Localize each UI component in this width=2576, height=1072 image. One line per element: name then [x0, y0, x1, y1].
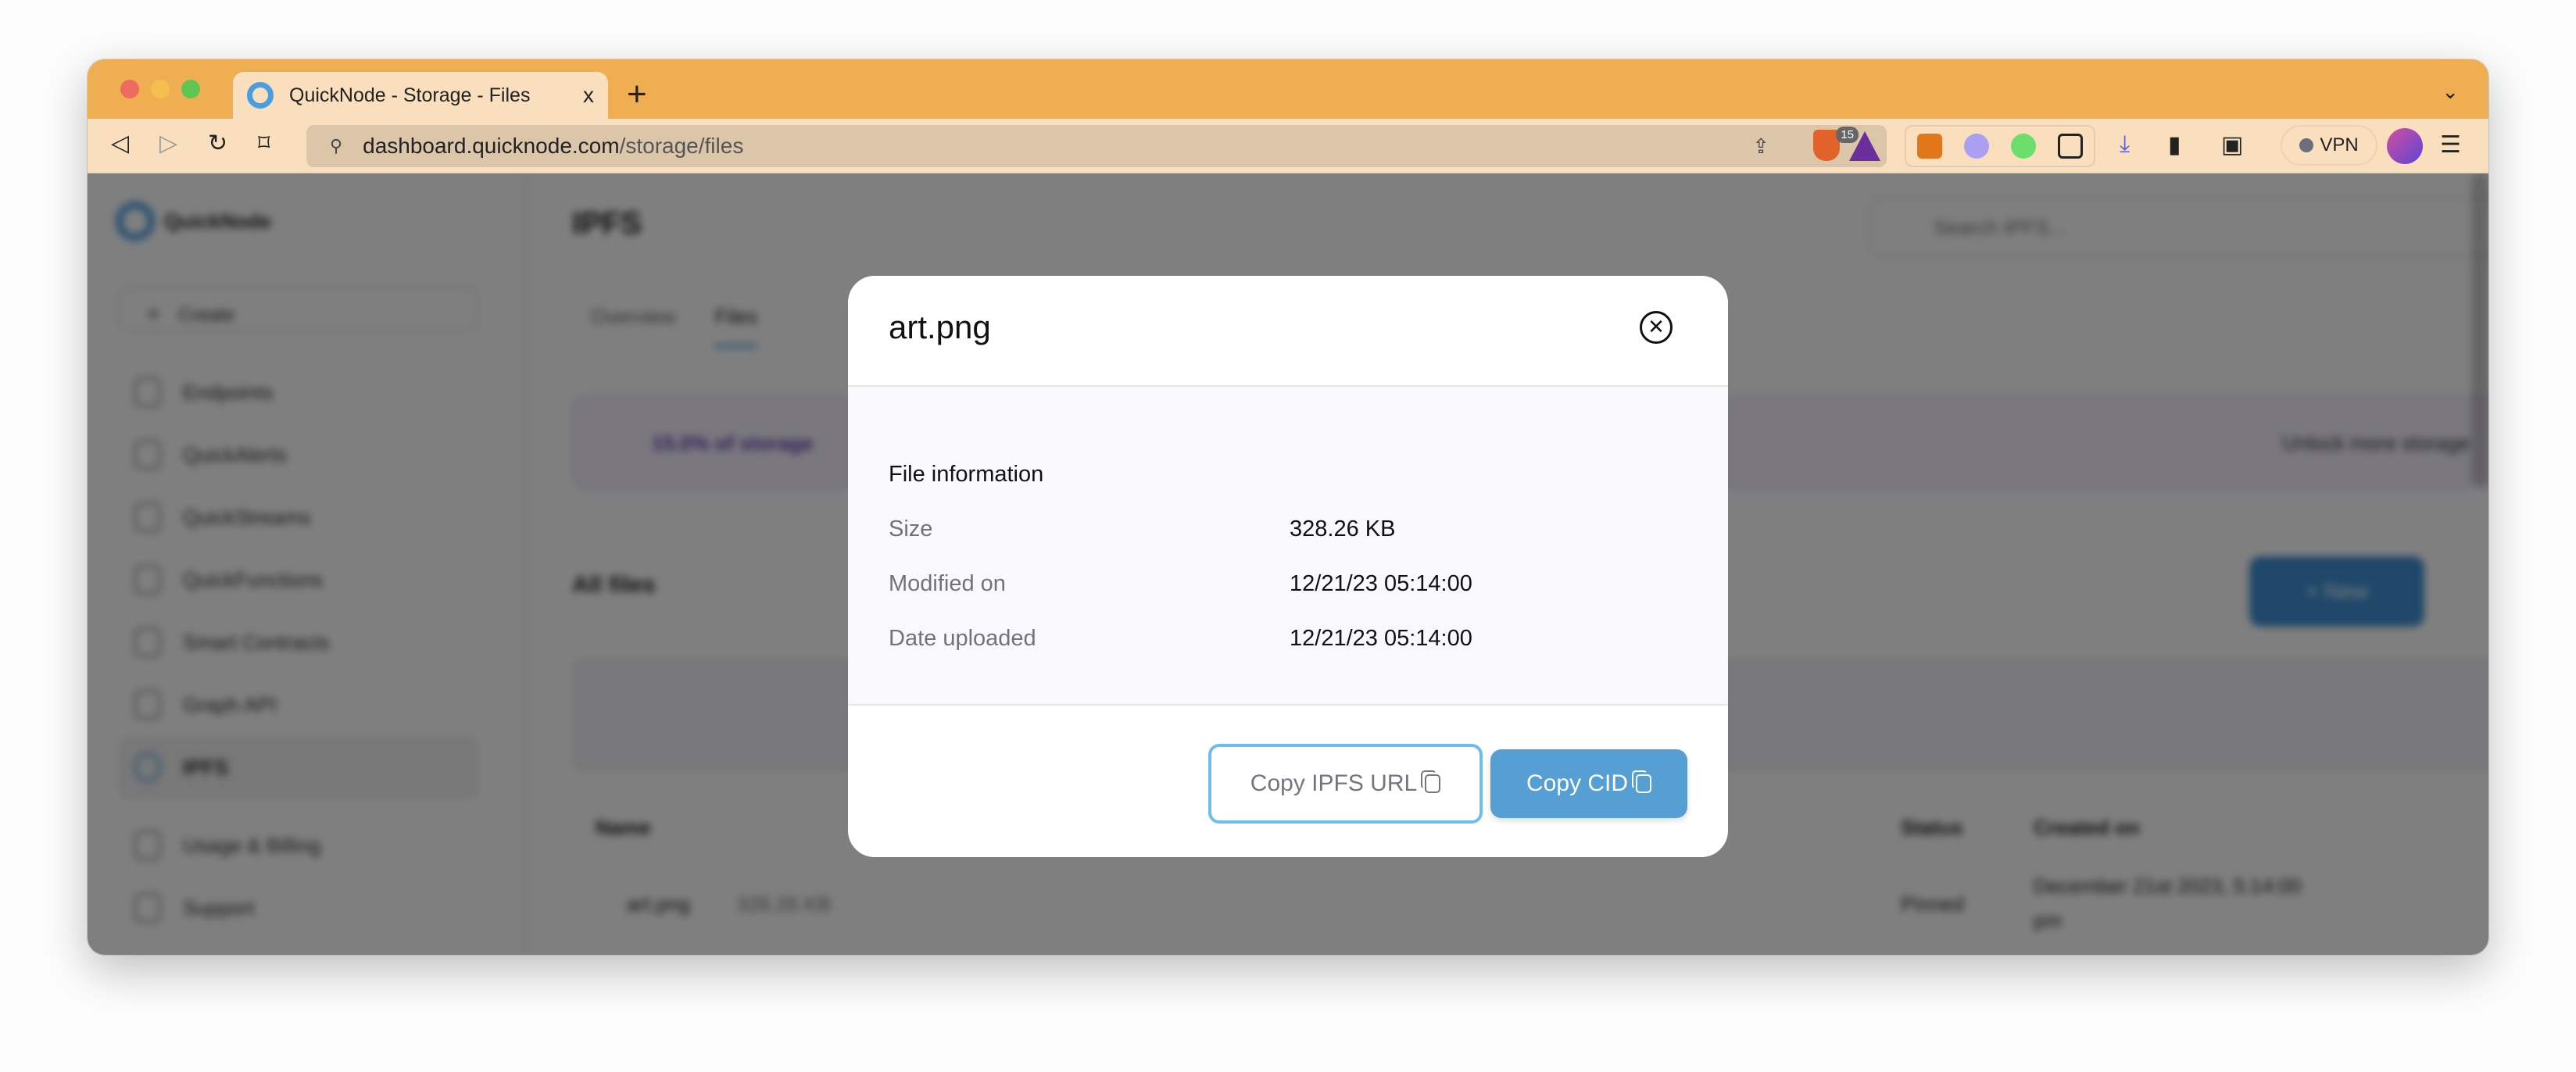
info-value: 328.26 KB [1290, 516, 1396, 541]
copy-ipfs-url-button[interactable]: Copy IPFS URL [1208, 744, 1483, 824]
new-tab-button[interactable]: + [627, 75, 647, 114]
section-title: File information [889, 462, 1044, 487]
wallet-icon[interactable]: ▣ [2221, 131, 2243, 159]
copy-icon [1632, 770, 1652, 793]
url-path: /storage/files [619, 134, 744, 158]
browser-window: QuickNode - Storage - Files x + ⌄ ◁ ▷ ↻ … [88, 59, 2488, 955]
dialog-body: File information Size 328.26 KB Modified… [848, 387, 1728, 706]
green-extension-icon[interactable] [2011, 134, 2036, 159]
browser-tab[interactable]: QuickNode - Storage - Files x [233, 72, 608, 119]
copy-icon [1421, 770, 1441, 793]
metamask-icon[interactable] [1917, 134, 1942, 159]
puzzle-extensions-icon[interactable] [2058, 134, 2083, 159]
downloads-icon[interactable]: ⤓ [2120, 131, 2130, 158]
dialog-header: art.png ✕ [848, 276, 1728, 387]
vpn-button[interactable]: VPN [2281, 125, 2377, 166]
minimize-window-button[interactable] [151, 80, 170, 98]
vpn-label: VPN [2320, 134, 2359, 155]
forward-icon[interactable]: ▷ [159, 130, 177, 157]
profile-avatar[interactable] [2387, 128, 2423, 164]
menu-icon[interactable]: ☰ [2440, 131, 2461, 159]
file-info-dialog: art.png ✕ File information Size 328.26 K… [848, 276, 1728, 857]
copy-cid-label: Copy CID [1526, 770, 1629, 796]
quicknode-favicon-icon [247, 82, 274, 109]
brave-rewards-icon[interactable] [1849, 131, 1880, 161]
tab-close-icon[interactable]: x [583, 83, 594, 108]
sidebar-toggle-icon[interactable]: ▮ [2168, 131, 2181, 159]
back-icon[interactable]: ◁ [111, 130, 129, 157]
vpn-status-icon [2299, 138, 2314, 152]
browser-toolbar: ◁ ▷ ↻ ⌑ ⚲ dashboard.quicknode.com/storag… [88, 119, 2488, 173]
copy-ipfs-url-label: Copy IPFS URL [1250, 770, 1418, 796]
url-host: dashboard.quicknode.com [363, 134, 620, 158]
maximize-window-button[interactable] [181, 80, 200, 98]
info-label: Modified on [889, 571, 1006, 596]
reload-icon[interactable]: ↻ [208, 130, 227, 157]
title-bar: QuickNode - Storage - Files x + ⌄ [88, 59, 2488, 119]
copy-cid-button[interactable]: Copy CID [1490, 749, 1687, 818]
address-bar[interactable]: ⚲ dashboard.quicknode.com/storage/files … [306, 125, 1887, 167]
tab-title: QuickNode - Storage - Files [289, 84, 531, 106]
info-label: Date uploaded [889, 626, 1036, 651]
info-value: 12/21/23 05:14:00 [1290, 626, 1472, 651]
page-content: QuickNode ＋ Create Endpoints QuickAlerts… [88, 173, 2488, 955]
window-controls [120, 80, 200, 98]
info-label: Size [889, 516, 933, 541]
dialog-title: art.png [889, 309, 991, 345]
close-window-button[interactable] [120, 80, 139, 98]
share-icon[interactable]: ⇪ [1752, 134, 1769, 159]
tab-list-chevron-icon[interactable]: ⌄ [2442, 80, 2459, 104]
site-settings-icon[interactable]: ⚲ [330, 136, 342, 156]
phantom-icon[interactable] [1964, 134, 1989, 159]
close-icon[interactable]: ✕ [1640, 311, 1673, 344]
bookmark-icon[interactable]: ⌑ [258, 130, 270, 157]
extensions-group [1905, 125, 2095, 167]
info-value: 12/21/23 05:14:00 [1290, 571, 1472, 596]
